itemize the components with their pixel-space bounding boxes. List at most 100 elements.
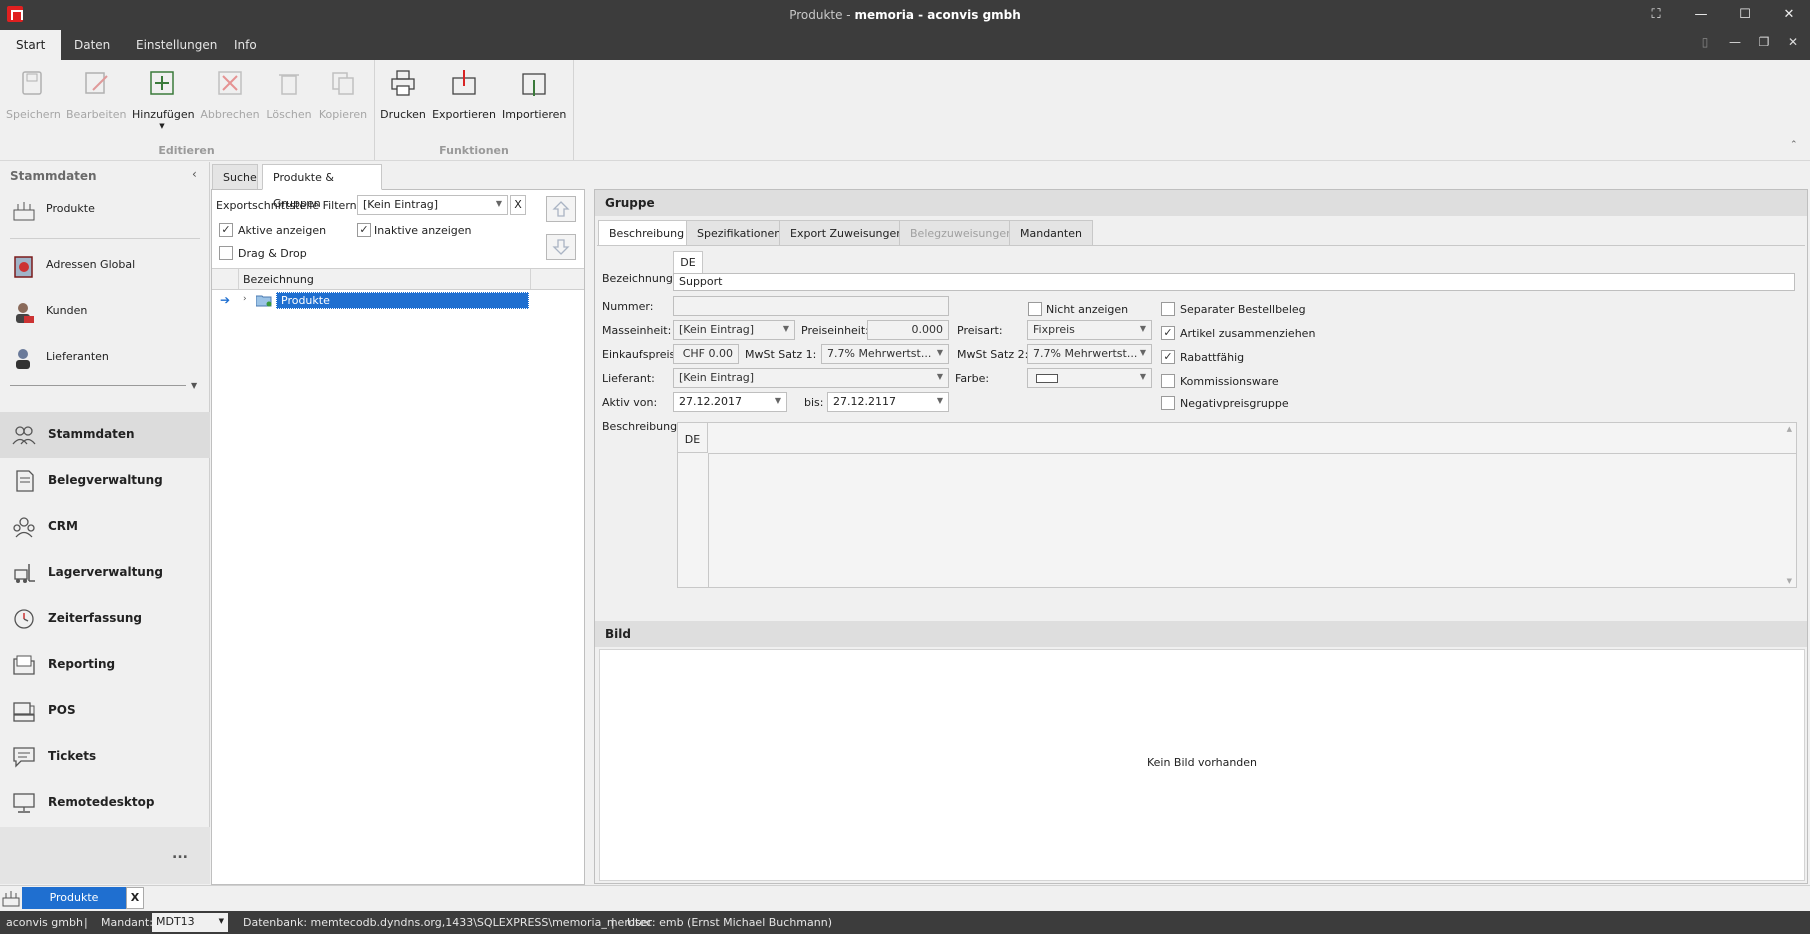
module-stammdaten[interactable]: Stammdaten [0,412,210,458]
ribbon-separator [573,60,574,160]
move-up-button[interactable] [546,196,576,222]
doc-tab-close-button[interactable]: X [126,887,144,909]
group-funktionen: Funktionen [439,144,509,157]
folder-tree-icon [255,294,272,307]
bezeichnung-input[interactable]: Support [673,273,1795,291]
farbe-select[interactable]: ▼ [1027,368,1152,388]
more-options-icon[interactable]: ... [172,846,188,862]
move-down-button[interactable] [546,234,576,260]
lieferant-select[interactable]: [Kein Eintrag] ▼ [673,368,949,388]
tree-panel: Exportschnittstelle Filtern: [Kein Eintr… [211,189,585,885]
crm-icon [12,516,36,538]
tab-daten[interactable]: Daten [58,30,126,60]
address-book-icon [12,256,36,278]
module-belegverwaltung[interactable]: Belegverwaltung [0,458,210,504]
maximize-button[interactable]: ☐ [1734,5,1756,25]
copy-icon [328,68,358,98]
inner-minimize-button[interactable]: — [1724,35,1746,55]
nicht-anzeigen-checkbox[interactable] [1028,302,1042,316]
beschreibung-text-area[interactable] [708,453,1796,587]
nav-item-kunden[interactable]: Kunden [0,292,210,332]
preisart-select[interactable]: Fixpreis ▼ [1027,320,1152,340]
module-remotedesktop[interactable]: Remotedesktop [0,780,210,826]
bild-header: Bild [595,621,1807,647]
nummer-label: Nummer: [602,300,654,313]
module-lagerverwaltung[interactable]: Lagerverwaltung [0,550,210,596]
kommissionsware-checkbox[interactable] [1161,374,1175,388]
nav-item-produkte[interactable]: Produkte [0,190,210,230]
status-bar: aconvis gmbh | Mandant: MDT13 ▼ Datenbank… [0,911,1810,934]
negativpreisgruppe-checkbox[interactable] [1161,396,1175,410]
lang-tab-de[interactable]: DE [673,251,703,273]
nummer-input[interactable] [673,296,949,316]
module-crm[interactable]: CRM [0,504,210,550]
aktiv-von-date[interactable]: 27.12.2017 ▼ [673,392,787,412]
no-image-text: Kein Bild vorhanden [1146,756,1258,769]
masseinheit-label: Masseinheit: [602,324,672,337]
nav-splitter[interactable] [10,385,186,386]
people-icon [12,424,36,446]
scroll-down-icon[interactable]: ▼ [1787,577,1792,585]
nav-header: Stammdaten [10,169,97,183]
show-inactive-checkbox[interactable]: ✓ [357,223,371,237]
minimize-button[interactable]: — [1690,5,1712,25]
expand-node-icon[interactable]: › [243,294,247,304]
inner-restore-button[interactable]: ❐ [1753,35,1775,55]
masseinheit-select[interactable]: [Kein Eintrag] ▼ [673,320,795,340]
artikel-zusammenziehen-checkbox[interactable]: ✓ [1161,326,1175,340]
tab-belegzuweisungen[interactable]: Belegzuweisungen [899,220,1025,246]
chevron-down-icon: ▼ [1139,348,1146,357]
tab-spezifikationen[interactable]: Spezifikationen [686,220,793,246]
module-tickets[interactable]: Tickets [0,734,210,780]
nav-item-adressen-global[interactable]: Adressen Global [0,246,210,286]
tab-suche[interactable]: Suche [212,164,258,190]
collapse-ribbon-icon[interactable]: ⌃ [1790,140,1798,150]
module-reporting[interactable]: Reporting [0,642,210,688]
einkaufspreis-label: Einkaufspreis: [602,348,679,361]
collapse-nav-icon[interactable]: ‹ [192,167,197,181]
tab-beschreibung[interactable]: Beschreibung [598,220,696,246]
mwst2-label: MwSt Satz 2: [957,348,1029,361]
column-bezeichnung[interactable]: Bezeichnung [243,273,314,286]
scroll-up-icon[interactable]: ▲ [1787,425,1792,433]
drag-drop-checkbox[interactable] [219,246,233,260]
doc-icon[interactable]: ▯ [1694,35,1716,55]
ribbon: Speichern Bearbeiten Hinzufügen ▼ Abbrech… [0,60,1810,161]
tab-einstellungen[interactable]: Einstellungen [120,30,233,60]
einkaufspreis-input[interactable]: CHF 0.00 [673,344,739,364]
separater-checkbox[interactable] [1161,302,1175,316]
module-pos[interactable]: POS [0,688,210,734]
kommissionsware-label: Kommissionsware [1180,375,1279,388]
tab-info[interactable]: Info [218,30,273,60]
tab-export-zuweisungen[interactable]: Export Zuweisungen [779,220,915,246]
beschreibung-lang-tab[interactable]: DE [678,423,708,453]
color-swatch [1036,374,1058,383]
module-zeiterfassung[interactable]: Zeiterfassung [0,596,210,642]
show-active-checkbox[interactable]: ✓ [219,223,233,237]
mwst2-select[interactable]: 7.7% Mehrwertst... ▼ [1027,344,1152,364]
chevron-down-icon: ▼ [936,348,943,357]
mwst1-select[interactable]: 7.7% Mehrwertst... ▼ [821,344,949,364]
print-icon [388,68,418,98]
doc-tab-produkte[interactable]: Produkte [22,887,126,909]
farbe-label: Farbe: [955,372,990,385]
tree-node-produkte[interactable]: Produkte [276,292,529,309]
image-area[interactable]: Kein Bild vorhanden [599,649,1805,881]
inner-close-button[interactable]: ✕ [1782,35,1804,55]
show-inactive-label: Inaktive anzeigen [374,224,472,237]
bis-date[interactable]: 27.12.2117 ▼ [827,392,949,412]
tab-mandanten[interactable]: Mandanten [1009,220,1093,246]
nav-item-lieferanten[interactable]: Lieferanten [0,338,210,378]
filter-clear-button[interactable]: X [510,195,526,215]
screenshot-icon[interactable]: ⛶ [1645,5,1667,25]
preiseinheit-input[interactable]: 0.000 [867,320,949,340]
close-window-button[interactable]: ✕ [1778,5,1800,25]
preiseinheit-label: Preiseinheit: [801,324,869,337]
tab-start[interactable]: Start [0,30,62,60]
rabattfaehig-checkbox[interactable]: ✓ [1161,350,1175,364]
mandant-select[interactable]: MDT13 ▼ [152,913,228,932]
filter-select[interactable]: [Kein Eintrag] ▼ [357,195,508,215]
beschreibung-editor[interactable]: DE ▲ ▼ [677,422,1797,588]
expand-nav-icon[interactable]: ▼ [191,381,197,390]
tab-produkte-gruppen[interactable]: Produkte & Gruppen [262,164,382,210]
